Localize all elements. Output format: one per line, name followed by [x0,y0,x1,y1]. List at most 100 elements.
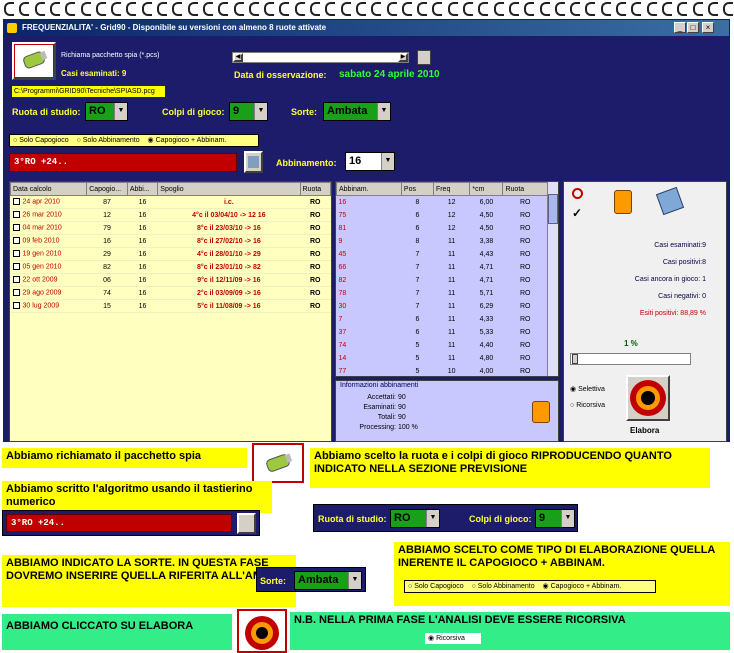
sorte-select[interactable]: Ambata ▼ [323,102,391,121]
table-row[interactable]: 81 6 12 4,50 RO [336,221,548,235]
calendar-icon[interactable] [417,50,431,65]
cell-date: 05 gen 2010 [10,260,87,274]
pairings-scrollbar[interactable] [547,182,558,376]
column-header[interactable]: Pos [400,182,434,196]
trash-icon[interactable] [614,190,632,214]
cell: 11 [433,312,470,326]
spiral-ring [325,2,336,16]
table-row[interactable]: 04 mar 2010 79 16 8°c il 23/03/10 -> 16 RO [10,221,331,235]
table-row[interactable]: 66 7 11 4,71 RO [336,260,548,274]
history-table: Data calcolo Capogio... Abbi... Spoglio Ruot… [10,182,331,313]
column-header[interactable]: Data calcolo [10,182,88,196]
scroll-left-arrow[interactable]: ◀ [233,53,243,62]
cell: 4,50 [469,208,503,222]
radio-solo-capogioco[interactable]: ○ Solo Capogioco [10,135,72,146]
table-row[interactable]: 45 7 11 4,43 RO [336,247,548,261]
cell: 11 [433,338,470,352]
table-row[interactable]: 09 feb 2010 16 16 8°c il 27/02/10 -> 16 RO [10,234,331,248]
cell-ruota: RO [300,195,331,209]
column-header[interactable]: Spoglio [157,182,301,196]
column-header[interactable]: Abbinam. [336,182,402,196]
table-row[interactable]: 19 gen 2010 29 16 4°c il 28/01/10 -> 29 RO [10,247,331,261]
table-row[interactable]: 22 ott 2009 06 16 9°c il 12/11/09 -> 16 RO [10,273,331,287]
maximize-button[interactable]: □ [687,22,699,33]
radio-snapshot-1: ○ Solo Capogioco [408,583,464,590]
keypad-icon [248,156,259,168]
row-checkbox[interactable] [12,276,20,284]
table-row[interactable]: 16 8 12 6,00 RO [336,195,548,209]
table-row[interactable]: 75 6 12 4,50 RO [336,208,548,222]
table-row[interactable]: 14 5 11 4,80 RO [336,351,548,365]
progress-slider[interactable] [570,353,691,365]
column-header[interactable]: Capogio... [86,182,128,196]
row-checkbox[interactable] [12,211,20,219]
spiral-ring [539,2,550,16]
table-row[interactable]: 30 lug 2009 15 16 5°c il 11/08/09 -> 16 RO [10,299,331,313]
row-checkbox[interactable] [12,302,20,310]
row-checkbox[interactable] [12,237,20,245]
radio-solo-abbinamento[interactable]: ○ Solo Abbinamento [74,135,143,146]
column-header[interactable]: *cm [469,182,504,196]
table-row[interactable]: 82 7 11 4,71 RO [336,273,548,287]
row-checkbox[interactable] [12,289,20,297]
spiral-ring [264,2,275,16]
scroll-thumb[interactable] [548,194,558,224]
ruota-label: Ruota di studio: [12,107,81,117]
cell-ruota: RO [300,234,331,248]
cell-spoglio: 8°c il 23/03/10 -> 16 [157,221,300,235]
elabora-button[interactable] [626,375,670,421]
date-scrollbar[interactable]: ◀ ▶ [232,52,409,63]
radio-selettiva[interactable]: ◉ Selettiva [570,385,605,393]
cell-text: RO [310,198,321,206]
spiral-binding [0,0,734,20]
column-header[interactable]: Ruota [502,182,548,196]
table-row[interactable]: 7 6 11 4,33 RO [336,312,548,326]
row-checkbox[interactable] [12,250,20,258]
table-row[interactable]: 9 8 11 3,38 RO [336,234,548,248]
recall-package-button[interactable] [12,42,56,80]
table-row[interactable]: 77 5 10 4,00 RO [336,364,548,376]
row-checkbox[interactable] [12,198,20,206]
cell: RO [502,234,548,248]
cell: RO [502,195,548,209]
ruota-value: RO [89,105,106,117]
slider-thumb[interactable] [572,354,578,364]
close-button[interactable]: × [702,22,714,33]
keypad-button[interactable] [244,151,263,173]
radio-capogioco-abbinam[interactable]: ◉ Capogioco + Abbinam. [145,135,230,146]
spiral-ring [294,2,305,16]
spiral-ring [34,2,45,16]
column-header[interactable]: Abbi... [126,182,159,196]
check-icon[interactable]: ✓ [572,206,582,220]
abbinamento-select[interactable]: 16 ▼ [345,152,395,171]
column-header[interactable]: Freq [432,182,471,196]
row-checkbox[interactable] [12,224,20,232]
formula-input[interactable]: 3°RO +24.. [9,153,237,172]
cell: 7 [401,260,434,274]
trash-icon[interactable] [532,401,550,423]
table-row[interactable]: 78 7 11 5,71 RO [336,286,548,300]
table-row[interactable]: 24 apr 2010 87 16 i.c. RO [10,195,331,209]
formula-snapshot-panel: 3°RO +24.. [2,510,260,536]
spiral-ring [447,2,458,16]
column-header[interactable]: Ruota [299,182,331,196]
table-row[interactable]: 26 mar 2010 12 16 4°c il 03/04/10 -> 12 16 R… [10,208,331,222]
row-checkbox[interactable] [12,263,20,271]
cell-spoglio: i.c. [157,195,300,209]
table-row[interactable]: 05 gen 2010 82 16 8°c il 23/01/10 -> 82 RO [10,260,331,274]
spiral-ring [692,2,703,16]
spiral-ring [310,2,320,16]
table-row[interactable]: 74 5 11 4,40 RO [336,338,548,352]
ruota-select[interactable]: RO ▼ [85,102,128,121]
table-row[interactable]: 30 7 11 6,29 RO [336,299,548,313]
edit-icon[interactable] [655,186,685,216]
cancel-icon[interactable] [572,188,583,199]
cell: 6 [401,221,434,235]
cell-cap: 79 [86,221,128,235]
scroll-right-arrow[interactable]: ▶ [398,53,408,62]
colpi-select[interactable]: 9 ▼ [229,102,268,121]
table-row[interactable]: 37 6 11 5,33 RO [336,325,548,339]
table-row[interactable]: 29 ago 2009 74 16 2°c il 03/09/09 -> 16 RO [10,286,331,300]
minimize-button[interactable]: _ [674,22,686,33]
radio-ricorsiva[interactable]: ○ Ricorsiva [570,402,605,409]
